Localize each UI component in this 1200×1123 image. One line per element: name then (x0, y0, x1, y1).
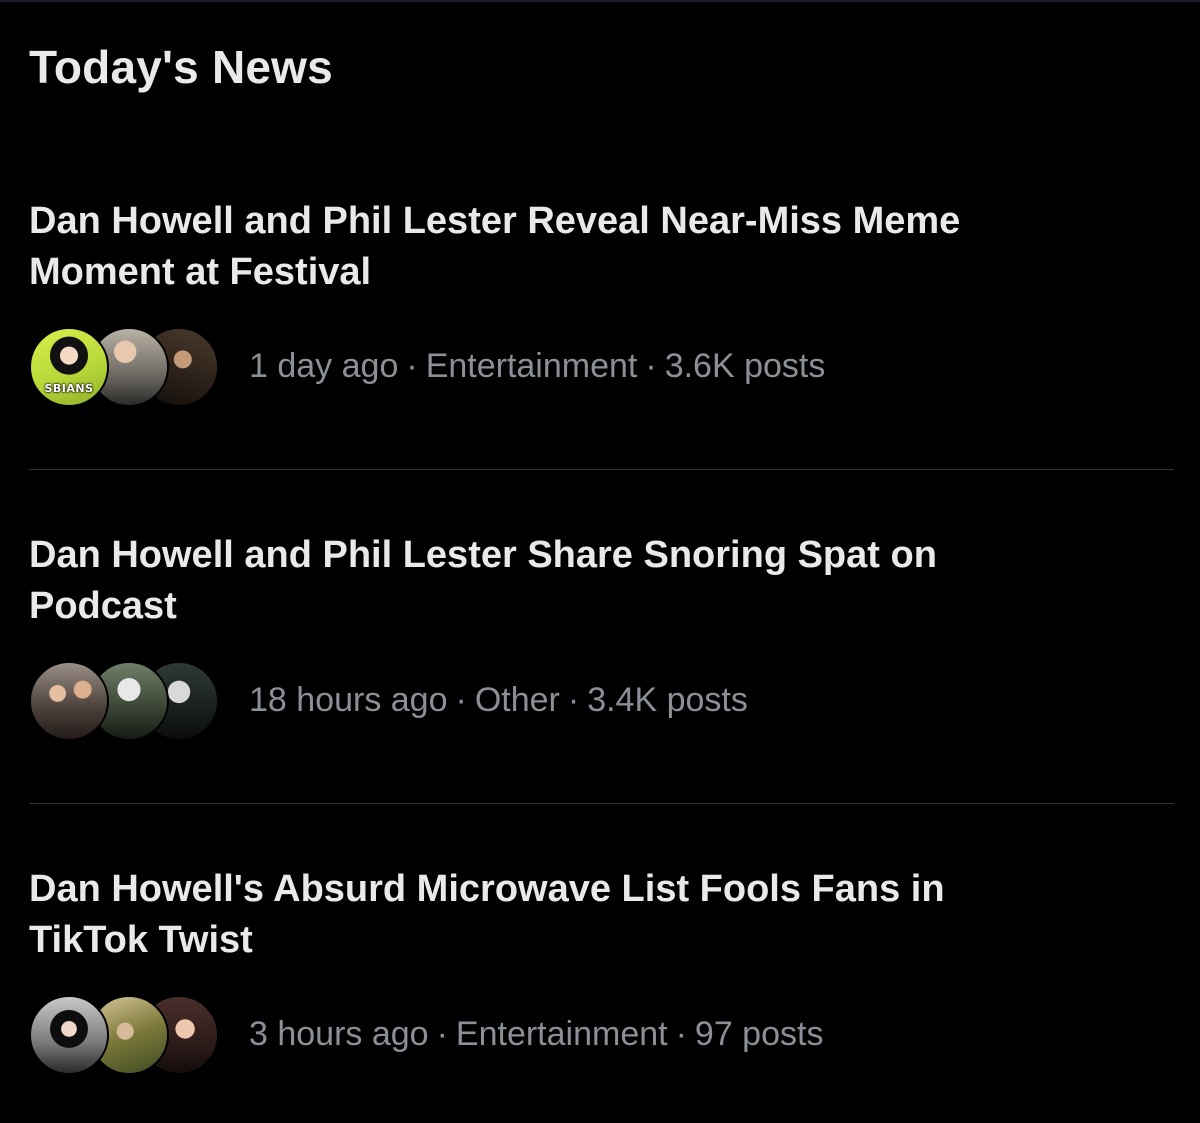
story-meta-row: SBIANS 1 day ago · Entertainment · 3.6K post… (29, 326, 825, 407)
meta-separator: · (455, 680, 467, 719)
story-meta-row: 18 hours ago · Other · 3.4K posts (29, 660, 748, 741)
meta-separator: · (675, 1014, 687, 1053)
story-time: 3 hours ago (249, 1014, 429, 1053)
story-category: Entertainment (455, 1014, 668, 1053)
avatar: SBIANS (29, 327, 109, 407)
avatar-stack (29, 660, 221, 741)
avatar-stack (29, 994, 221, 1075)
story-divider (29, 803, 1174, 804)
meta-separator: · (567, 680, 580, 719)
story-post-count: 3.4K posts (587, 680, 748, 719)
meta-separator: · (436, 1014, 448, 1053)
story-time: 18 hours ago (249, 680, 448, 719)
story-headline[interactable]: Dan Howell and Phil Lester Share Snoring… (29, 530, 969, 632)
story-post-count: 97 posts (694, 1014, 824, 1053)
story-headline[interactable]: Dan Howell and Phil Lester Reveal Near-M… (29, 196, 1089, 298)
top-border (0, 0, 1200, 2)
avatar-stack: SBIANS (29, 326, 221, 407)
story-time: 1 day ago (249, 346, 399, 385)
avatar (29, 661, 109, 741)
meta-separator: · (406, 346, 418, 385)
news-story-1[interactable]: Dan Howell and Phil Lester Reveal Near-M… (29, 196, 1174, 407)
story-headline[interactable]: Dan Howell's Absurd Microwave List Fools… (29, 864, 1039, 966)
story-meta: 3 hours ago · Entertainment · 97 posts (249, 1015, 823, 1054)
meta-separator: · (645, 346, 657, 385)
section-title: Today's News (29, 41, 333, 93)
news-story-2[interactable]: Dan Howell and Phil Lester Share Snoring… (29, 530, 1174, 741)
story-meta-row: 3 hours ago · Entertainment · 97 posts (29, 994, 823, 1075)
story-category: Entertainment (425, 346, 638, 385)
avatar (29, 995, 109, 1075)
news-story-3[interactable]: Dan Howell's Absurd Microwave List Fools… (29, 864, 1174, 1075)
story-divider (29, 469, 1174, 470)
story-category: Other (474, 680, 560, 719)
avatar-caption: SBIANS (44, 382, 94, 395)
story-meta: 18 hours ago · Other · 3.4K posts (249, 681, 748, 720)
story-post-count: 3.6K posts (664, 346, 826, 385)
story-meta: 1 day ago · Entertainment · 3.6K posts (249, 347, 825, 386)
